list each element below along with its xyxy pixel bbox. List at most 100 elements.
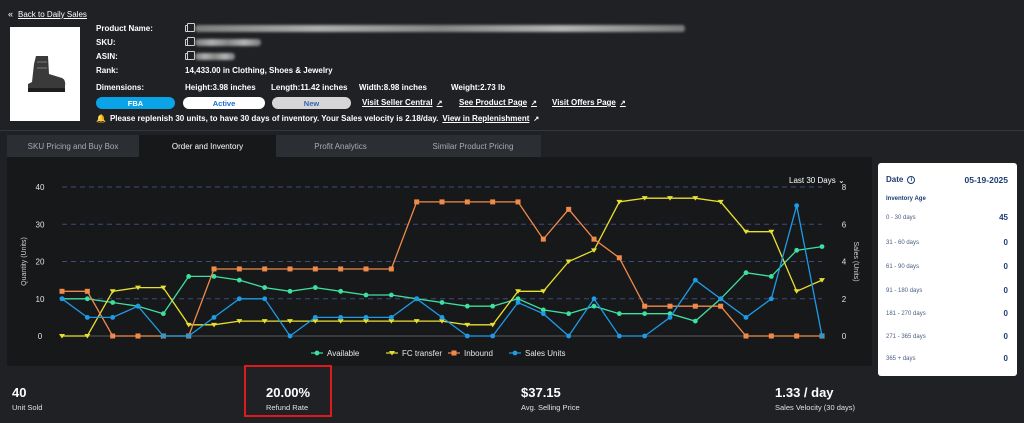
date-header: Date i [886,175,916,184]
stat-avg-selling-price: $37.15 Avg. Selling Price [521,385,580,412]
available-point [312,285,318,290]
height-value: Height:3.98 inches [185,83,256,92]
sales-units-point [692,277,698,283]
inbound-point [59,288,65,294]
y-tick-label: 40 [36,183,45,192]
see-product-page-link[interactable]: See Product Page ↗ [459,98,537,107]
sales-units-point [743,314,749,320]
legend-marker [314,350,320,356]
age-range: 365 + days [886,355,916,362]
sales-units-point [211,314,217,320]
copy-icon[interactable] [185,36,195,46]
sales-units-point [186,333,192,339]
sales-units-point [338,314,344,320]
sales-units-point [287,333,293,339]
stat-value: $37.15 [521,385,561,400]
available-point [794,247,800,253]
age-range: 31 - 60 days [886,239,920,246]
range-select[interactable]: Last 30 Days ⌄ [789,176,845,185]
inventory-age-row: 271 - 365 days 0 [886,332,1008,341]
sales-units-point [667,314,673,320]
visit-offers-page-link[interactable]: Visit Offers Page ↗ [552,98,626,107]
view-in-replenishment-link[interactable]: View in Replenishment [442,114,529,123]
inbound-point [692,303,698,309]
available-point [616,311,622,317]
info-icon[interactable]: i [907,175,916,184]
inbound-point [312,266,318,272]
copy-icon[interactable] [185,50,195,60]
inventory-age-row: 365 + days 0 [886,354,1008,363]
sales-units-point [566,333,572,339]
tab-profit-analytics[interactable]: Profit Analytics [276,135,405,157]
product-page-label: See Product Page [459,98,528,107]
header-divider [0,130,1024,131]
sales-units-point [591,296,597,302]
available-point [768,274,774,279]
inventory-age-row: 31 - 60 days 0 [886,238,1008,247]
available-point [566,311,572,317]
inbound-point [236,266,242,272]
fc-transfer-point [793,289,800,294]
age-value: 45 [999,213,1008,222]
product-name-label: Product Name: [96,23,153,33]
inbound-point [338,266,344,272]
tab-sku-pricing[interactable]: SKU Pricing and Buy Box [7,135,139,157]
available-point [692,318,698,324]
sales-units-point [110,314,116,320]
tab-similar-product-pricing[interactable]: Similar Product Pricing [405,135,541,157]
boot-image [28,56,66,92]
copy-icon[interactable] [185,22,195,32]
available-point [338,288,344,294]
stat-label: Sales Velocity (30 days) [775,403,856,412]
width-value: Width:8.98 inches [359,83,427,92]
legend-label: Inbound [464,349,493,358]
asin-value [195,52,235,60]
stat-label: Avg. Selling Price [521,403,580,412]
age-value: 0 [1003,262,1008,271]
back-to-daily-sales-link[interactable]: « Back to Daily Sales [8,9,87,19]
inbound-point [84,288,90,294]
inbound-point [388,266,394,272]
visit-seller-central-link[interactable]: Visit Seller Central ↗ [362,98,442,107]
age-range: 61 - 90 days [886,263,920,270]
available-point [160,311,166,317]
inbound-point [490,199,496,205]
seller-central-label: Visit Seller Central [362,98,433,107]
available-point [388,292,394,298]
external-link-icon: ↗ [619,99,626,107]
inventory-age-panel: Date i 05-19-2025 Inventory Age 0 - 30 d… [878,163,1017,376]
sales-units-point [616,333,622,339]
y-tick-label: 30 [36,220,45,229]
external-link-icon: ↗ [436,99,443,107]
sales-units-point [718,296,724,302]
inbound-point [566,206,572,212]
legend-marker [512,350,518,356]
stat-value: 1.33 / day [775,385,834,400]
asin-label: ASIN: [96,51,118,61]
inbound-point [439,199,445,205]
age-range: 271 - 365 days [886,333,926,340]
inbound-point [794,333,800,339]
inventory-age-row: 0 - 30 days 45 [886,213,1008,222]
age-range: 0 - 30 days [886,214,916,221]
age-value: 0 [1003,238,1008,247]
sales-units-point [515,300,521,305]
legend-label: Sales Units [525,349,565,358]
warning-text: Please replenish 30 units, to have 30 da… [109,114,439,123]
sales-units-point [84,314,90,320]
sku-label: SKU: [96,37,116,47]
sales-units-point [312,314,318,320]
tab-order-inventory[interactable]: Order and Inventory [139,135,276,157]
available-point [110,300,116,305]
available-point [642,311,648,317]
sales-units-point [363,314,369,320]
legend-label: Available [327,349,360,358]
y-tick-label: 20 [36,258,45,267]
age-value: 0 [1003,332,1008,341]
available-point [591,303,597,309]
inventory-age-row: 181 - 270 days 0 [886,309,1008,318]
inventory-age-label: Inventory Age [886,196,926,202]
inbound-point [667,303,673,309]
external-link-icon: ↗ [531,99,537,107]
sales-units-point [439,314,445,320]
